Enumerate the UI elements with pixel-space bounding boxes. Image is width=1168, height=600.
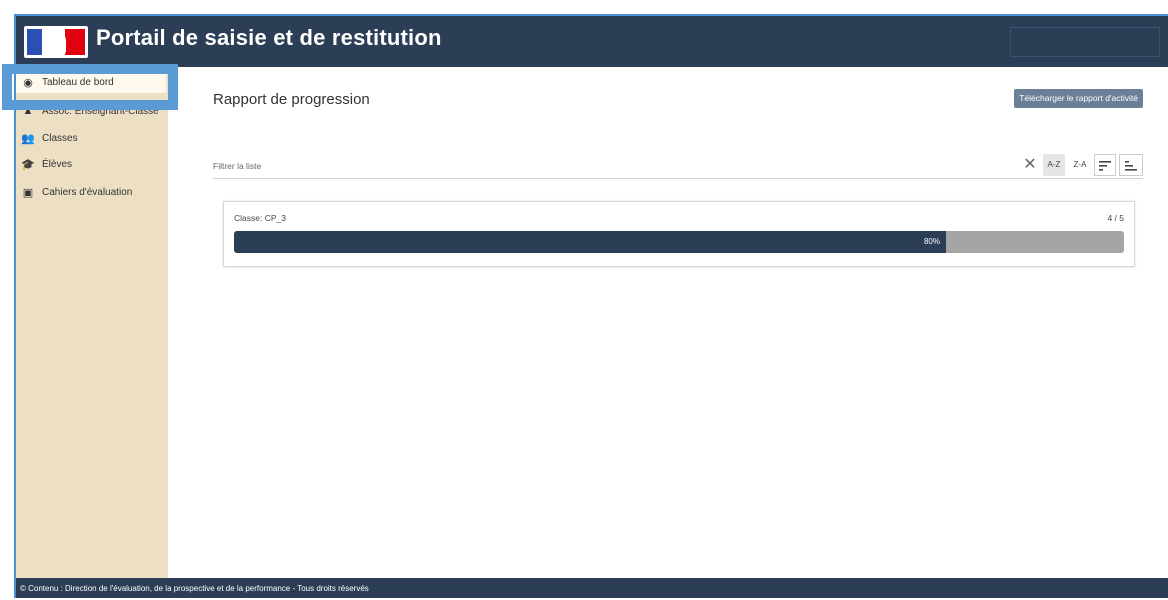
class-count: 4 / 5 [1107, 213, 1124, 223]
app-title: Portail de saisie et de restitution [96, 25, 442, 50]
sidebar-item-dashboard[interactable]: ◉ Tableau de bord [16, 71, 166, 93]
main-content: Rapport de progression Télécharger le ra… [168, 67, 1168, 578]
header-user-area[interactable] [1010, 27, 1160, 57]
class-label: Classe: CP_3 [234, 213, 286, 223]
sidebar-item-classes[interactable]: 👥 Classes [16, 127, 168, 149]
download-report-button[interactable]: Télécharger le rapport d'activité [1014, 89, 1143, 108]
sidebar-item-assoc[interactable]: ▲ Assoc. Enseignant-Classe [16, 100, 168, 122]
sort-asc-icon[interactable] [1119, 154, 1143, 176]
header-bar: Portail de saisie et de restitution [16, 16, 1168, 67]
marianne-logo [24, 26, 88, 58]
dashboard-icon: ◉ [23, 76, 33, 89]
progress-text: 80% [923, 237, 940, 246]
sidebar-item-label: Assoc. Enseignant-Classe [42, 105, 159, 117]
page-title: Rapport de progression [213, 91, 370, 108]
sidebar-item-eleves[interactable]: 🎓 Élèves [16, 153, 168, 175]
sidebar: ◉ Tableau de bord ▲ Assoc. Enseignant-Cl… [16, 67, 168, 578]
class-progress-card[interactable]: Classe: CP_3 4 / 5 80% [223, 201, 1135, 267]
clear-filter-icon[interactable]: ✕ [1021, 154, 1039, 176]
users-icon: 👥 [21, 132, 35, 145]
graduation-cap-icon: 🎓 [21, 158, 35, 171]
sort-az-button[interactable]: A-Z [1043, 154, 1065, 176]
notebook-icon: ▣ [22, 186, 34, 199]
progress-bar: 80% [234, 231, 1124, 253]
filter-input[interactable] [213, 156, 913, 176]
sidebar-item-cahiers[interactable]: ▣ Cahiers d'évaluation [16, 181, 168, 203]
sidebar-item-label: Élèves [42, 158, 73, 170]
filter-row: ✕ A-Z Z-A [213, 151, 1143, 179]
sidebar-item-label: Cahiers d'évaluation [42, 186, 133, 198]
sidebar-item-label: Tableau de bord [42, 76, 114, 88]
sort-desc-icon[interactable] [1094, 154, 1116, 176]
sidebar-item-label: Classes [42, 132, 78, 144]
footer: © Contenu : Direction de l'évaluation, d… [16, 578, 1168, 598]
progress-bar-fill: 80% [234, 231, 946, 253]
teacher-icon: ▲ [22, 105, 34, 117]
sort-za-button[interactable]: Z-A [1069, 154, 1091, 176]
